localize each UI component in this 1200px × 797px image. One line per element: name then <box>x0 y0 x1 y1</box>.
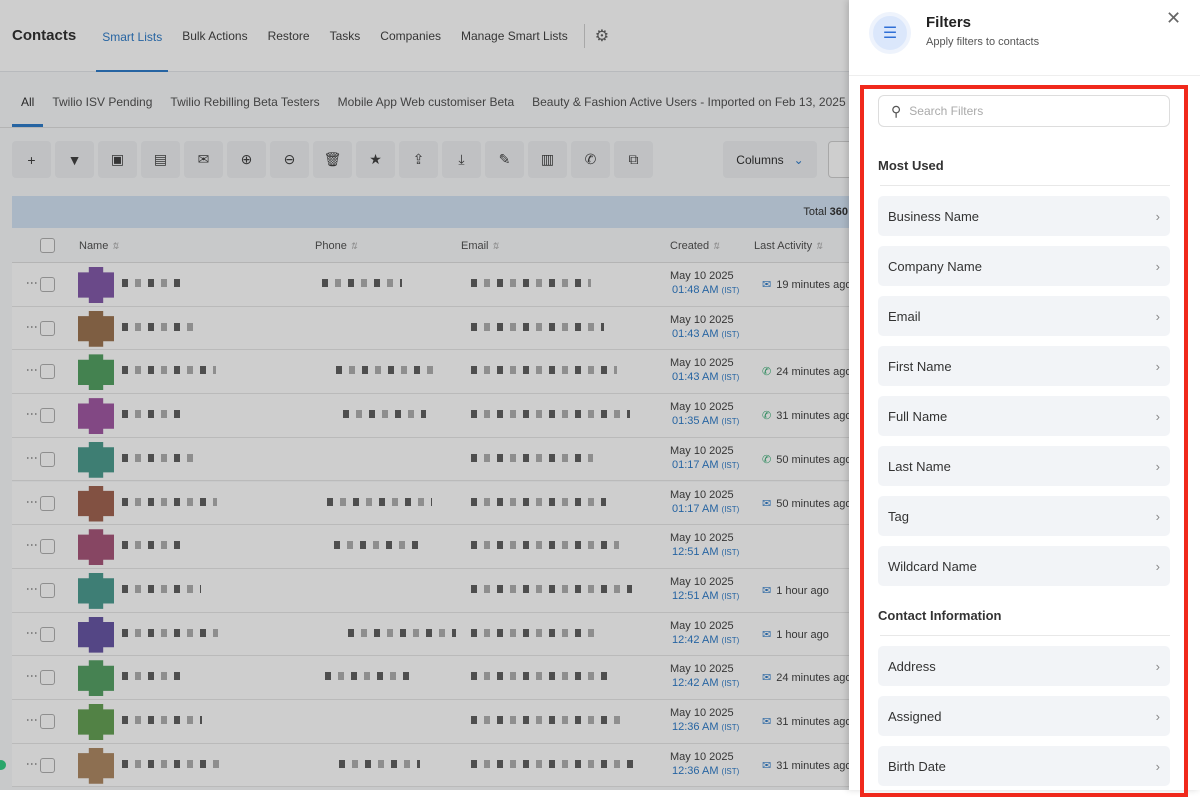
highlight-box <box>860 85 1188 797</box>
filter-item[interactable]: Assigned › <box>878 696 1170 736</box>
contacts-page: Contacts Smart Lists Bulk Actions Restor… <box>0 0 850 790</box>
panel-title: Filters <box>926 14 972 31</box>
divider <box>880 635 1170 636</box>
filter-item-label: Tag <box>888 509 909 524</box>
filter-item-label: Email <box>888 309 921 324</box>
search-filters-input[interactable] <box>909 104 1140 118</box>
filter-item[interactable]: Tag › <box>878 496 1170 536</box>
filter-item-label: First Name <box>888 359 952 374</box>
panel-subtitle: Apply filters to contacts <box>926 36 1040 48</box>
filter-item-label: Wildcard Name <box>888 559 977 574</box>
search-filters-field[interactable]: ⚲ <box>878 95 1170 127</box>
chevron-right-icon: › <box>1155 509 1160 524</box>
filter-item-label: Full Name <box>888 409 948 424</box>
close-icon[interactable]: ✕ <box>1166 8 1181 29</box>
chevron-right-icon: › <box>1155 659 1160 674</box>
filter-item-label: Address <box>888 659 936 674</box>
filter-section-title: Most Used <box>878 158 944 173</box>
filter-item[interactable]: Business Name › <box>878 196 1170 236</box>
filter-item-label: Birth Date <box>888 759 946 774</box>
filter-item[interactable]: First Name › <box>878 346 1170 386</box>
filter-item-label: Business Name <box>888 209 980 224</box>
filter-icon: ☰ <box>869 12 911 54</box>
filter-item[interactable]: Last Name › <box>878 446 1170 486</box>
chevron-right-icon: › <box>1155 309 1160 324</box>
filter-section-title: Contact Information <box>878 608 1002 623</box>
filter-item[interactable]: Address › <box>878 646 1170 686</box>
divider <box>849 75 1200 76</box>
filter-item[interactable]: Birth Date › <box>878 746 1170 786</box>
chevron-right-icon: › <box>1155 559 1160 574</box>
chevron-right-icon: › <box>1155 259 1160 274</box>
filter-item[interactable]: Full Name › <box>878 396 1170 436</box>
chevron-right-icon: › <box>1155 709 1160 724</box>
chevron-right-icon: › <box>1155 359 1160 374</box>
search-icon: ⚲ <box>891 102 902 119</box>
filters-panel: ☰ Filters Apply filters to contacts ✕ ⚲ … <box>849 0 1200 797</box>
divider <box>880 185 1170 186</box>
filter-item-label: Company Name <box>888 259 982 274</box>
filter-item[interactable]: Email › <box>878 296 1170 336</box>
chevron-right-icon: › <box>1155 209 1160 224</box>
chevron-right-icon: › <box>1155 759 1160 774</box>
chevron-right-icon: › <box>1155 459 1160 474</box>
filter-item-label: Assigned <box>888 709 942 724</box>
chevron-right-icon: › <box>1155 409 1160 424</box>
filter-item[interactable]: Wildcard Name › <box>878 546 1170 586</box>
filter-item-label: Last Name <box>888 459 951 474</box>
filter-item[interactable]: Company Name › <box>878 246 1170 286</box>
modal-overlay[interactable] <box>0 0 850 790</box>
